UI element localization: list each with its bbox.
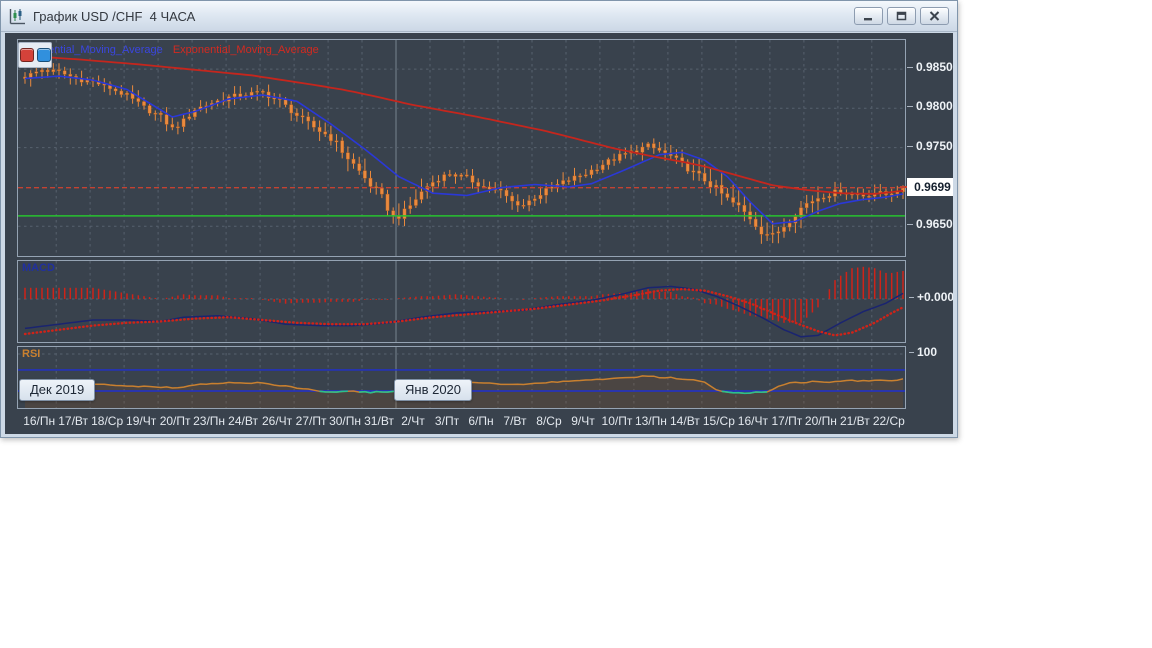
time-axis-label: 3/Пт (435, 414, 459, 428)
price-axis-label: 0.9750 (907, 139, 953, 153)
time-axis-label: 15/Ср (703, 414, 735, 428)
minimize-icon (863, 12, 874, 21)
current-price-badge: 0.9699 (907, 178, 953, 196)
time-axis-label: 10/Пт (602, 414, 633, 428)
time-axis-label: 31/Вт (364, 414, 394, 428)
time-axis-label: 20/Пт (160, 414, 191, 428)
time-axis-label: 18/Ср (91, 414, 123, 428)
time-axis-label: 7/Вт (503, 414, 526, 428)
time-axis-label: 6/Пн (468, 414, 493, 428)
price-panel[interactable] (17, 39, 906, 257)
price-chart-canvas[interactable] (18, 40, 905, 256)
chart-client-area: MACD RSI ential_Moving_Average Exponenti… (5, 33, 953, 434)
legend-ma-fast-label: ential_Moving_Average (48, 44, 163, 56)
price-axis-label: 0.9800 (907, 99, 953, 113)
minimize-button[interactable] (854, 7, 883, 25)
chart-window: График USD /CHF 4 ЧАСА MACD RSI (0, 0, 958, 438)
blue-tool-button[interactable] (37, 48, 51, 62)
indicator-legend: ential_Moving_Average Exponential_Moving… (48, 44, 326, 56)
rsi-indicator-label: RSI (22, 348, 40, 360)
price-axis-label: 0.9850 (907, 60, 953, 74)
time-axis-label: 22/Ср (873, 414, 905, 428)
macd-indicator-label: MACD (22, 262, 55, 274)
time-axis-label: 14/Вт (670, 414, 700, 428)
restore-button[interactable] (887, 7, 916, 25)
close-icon (929, 11, 940, 21)
window-controls (854, 7, 949, 25)
time-axis-label: 24/Вт (228, 414, 258, 428)
time-axis-label: 26/Чт (262, 414, 292, 428)
macd-chart-canvas[interactable] (18, 261, 905, 342)
window-titlebar[interactable]: График USD /CHF 4 ЧАСА (1, 1, 957, 32)
month-label-jan-2020: Янв 2020 (394, 379, 472, 401)
time-axis-label: 16/Пн (23, 414, 55, 428)
time-axis-label: 16/Чт (738, 414, 768, 428)
time-axis-label: 23/Пн (193, 414, 225, 428)
time-axis-label: 9/Чт (571, 414, 595, 428)
current-price-value: 0.9699 (914, 180, 951, 194)
time-axis-label: 8/Ср (536, 414, 561, 428)
time-axis-label: 13/Пн (635, 414, 667, 428)
time-axis-label: 30/Пн (329, 414, 361, 428)
time-axis-label: 17/Пт (771, 414, 802, 428)
red-tool-button[interactable] (20, 48, 34, 62)
chart-toolbar (18, 42, 52, 68)
legend-ma-slow-label: Exponential_Moving_Average (173, 44, 319, 56)
month-label-dec-2019: Дек 2019 (19, 379, 95, 401)
time-axis-label: 2/Чт (401, 414, 425, 428)
time-axis-label: 17/Вт (58, 414, 88, 428)
restore-icon (896, 11, 907, 21)
macd-panel[interactable]: MACD (17, 260, 906, 343)
close-button[interactable] (920, 7, 949, 25)
rsi-axis-label: 100 (909, 345, 937, 359)
time-axis: 16/Пн17/Вт18/Ср19/Чт 20/Пт23/Пн24/Вт 26/Чт… (5, 407, 953, 434)
window-title: График USD /CHF 4 ЧАСА (33, 9, 195, 24)
time-axis-label: 21/Вт (840, 414, 870, 428)
candlestick-chart-icon (8, 8, 27, 25)
price-axis-label: 0.9650 (907, 217, 953, 231)
time-axis-label: 20/Пн (805, 414, 837, 428)
time-axis-label: 19/Чт (126, 414, 156, 428)
macd-axis-label: +0.000 (909, 290, 953, 304)
time-axis-label: 27/Пт (296, 414, 327, 428)
